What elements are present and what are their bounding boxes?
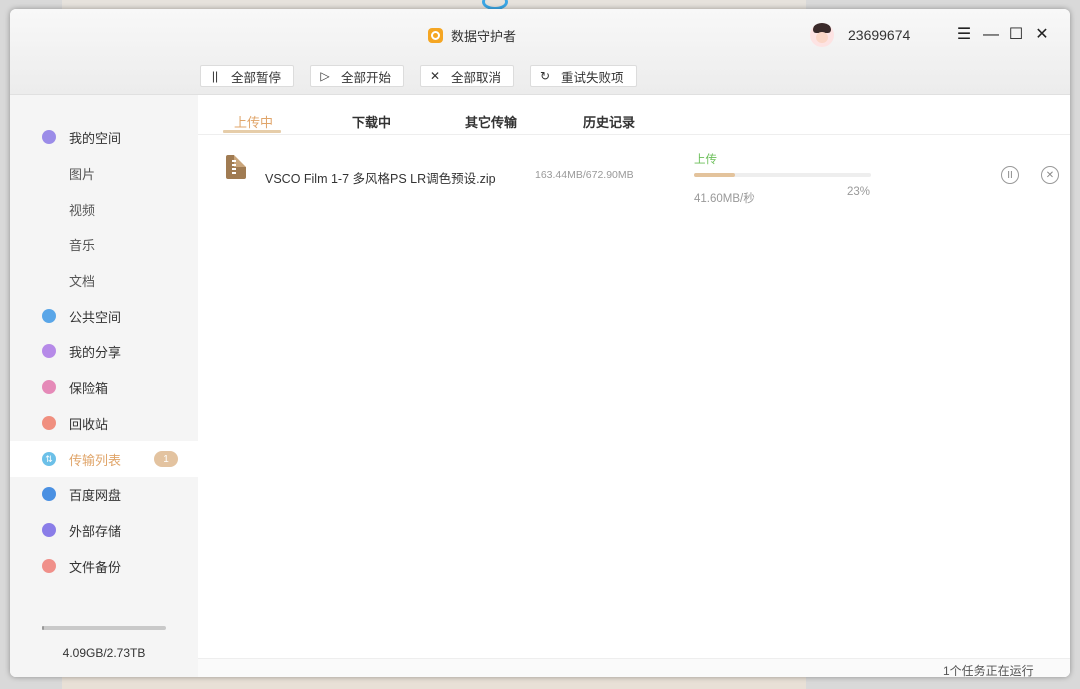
sidebar-item-recycle-bin[interactable]: 回收站 [10, 405, 198, 441]
retry-failed-label: 重试失败项 [561, 70, 624, 85]
sidebar-item-label: 百度网盘 [69, 487, 122, 503]
footer-status-text: 1个任务正在运行 [943, 664, 1034, 677]
transfer-percent: 23% [847, 186, 871, 198]
storage-usage-text: 4.09GB/2.73TB [62, 646, 146, 660]
close-window-icon[interactable]: ✕ [1033, 26, 1051, 44]
baidu-pan-icon [42, 487, 56, 501]
sidebar-item-label: 外部存储 [69, 523, 122, 539]
storage-usage-bar [42, 626, 166, 630]
retry-failed-button[interactable]: ↻ 重试失败项 [530, 65, 637, 87]
sidebar-item-label: 我的空间 [69, 130, 122, 146]
tab-uploading[interactable]: 上传中 [234, 112, 273, 131]
external-storage-icon [42, 523, 56, 537]
app-window: 数据守护者 23699674 ☰ — ☐ ✕ || 全部暂停 ▷ 全部开始 ✕ … [10, 9, 1070, 677]
sidebar-item-transfer-list[interactable]: ⇅ 传输列表 1 [10, 441, 198, 477]
sidebar-item-videos[interactable]: 视频 [10, 191, 198, 227]
my-space-icon [42, 130, 56, 144]
sidebar-item-label: 传输列表 [69, 452, 122, 468]
sidebar-item-safe[interactable]: 保险箱 [10, 369, 198, 405]
sidebar-item-my-space[interactable]: 我的空间 [10, 119, 198, 155]
file-name: VSCO Film 1-7 多风格PS LR调色预设.zip [265, 172, 496, 186]
play-icon: ▷ [320, 69, 330, 83]
backup-icon [42, 559, 56, 573]
pause-icon: || [211, 69, 219, 83]
title-bar: 数据守护者 23699674 ☰ — ☐ ✕ || 全部暂停 ▷ 全部开始 ✕ … [10, 9, 1070, 95]
sidebar-item-documents[interactable]: 文档 [10, 262, 198, 298]
sidebar-item-label: 文件备份 [69, 559, 122, 575]
storage-usage-fill [42, 626, 45, 630]
cancel-all-label: 全部取消 [451, 70, 502, 85]
user-id: 23699674 [848, 27, 911, 43]
background-bottom-strip [62, 676, 806, 689]
progress-bar [694, 173, 871, 177]
sidebar: 我的空间 图片 视频 音乐 文档 公共空间 我的分享 保险箱 回收站 ⇅ 传输列… [10, 95, 198, 677]
start-all-button[interactable]: ▷ 全部开始 [310, 65, 405, 87]
app-title: 数据守护者 [428, 26, 516, 45]
sidebar-item-label: 回收站 [69, 416, 109, 432]
transfer-count-badge: 1 [154, 451, 178, 467]
minimize-icon[interactable]: — [982, 26, 1000, 44]
toolbar: || 全部暂停 ▷ 全部开始 ✕ 全部取消 ↻ 重试失败项 [200, 65, 637, 87]
tab-history[interactable]: 历史记录 [583, 112, 635, 131]
app-logo-icon [428, 28, 443, 43]
public-space-icon [42, 309, 56, 323]
sidebar-item-images[interactable]: 图片 [10, 155, 198, 191]
progress-fill [694, 173, 735, 177]
app-title-text: 数据守护者 [451, 29, 517, 44]
sidebar-item-external-storage[interactable]: 外部存储 [10, 512, 198, 548]
pause-all-label: 全部暂停 [231, 70, 282, 85]
user-info[interactable]: 23699674 [810, 23, 910, 47]
pause-transfer-icon[interactable]: II [1001, 166, 1019, 184]
tab-other-transfers[interactable]: 其它传输 [465, 112, 517, 131]
status-footer: 1个任务正在运行 [198, 658, 1070, 677]
zip-file-icon [226, 155, 246, 179]
transfer-row[interactable]: VSCO Film 1-7 多风格PS LR调色预设.zip 163.44MB/… [198, 135, 1070, 205]
file-size: 163.44MB/672.90MB [535, 169, 634, 181]
sidebar-item-my-share[interactable]: 我的分享 [10, 333, 198, 369]
cancel-all-button[interactable]: ✕ 全部取消 [420, 65, 515, 87]
close-icon: ✕ [430, 69, 441, 83]
sidebar-item-music[interactable]: 音乐 [10, 226, 198, 262]
sidebar-item-label: 我的分享 [69, 344, 122, 360]
share-icon [42, 344, 56, 358]
sidebar-item-file-backup[interactable]: 文件备份 [10, 548, 198, 584]
retry-icon: ↻ [540, 69, 551, 83]
transfer-panel: 上传中 下载中 其它传输 历史记录 VSCO Film 1-7 多风格PS LR… [198, 95, 1070, 677]
transfer-speed: 41.60MB/秒 [694, 193, 755, 205]
safe-icon [42, 380, 56, 394]
menu-icon[interactable]: ☰ [955, 26, 973, 44]
sidebar-item-public-space[interactable]: 公共空间 [10, 298, 198, 334]
transfer-icon: ⇅ [42, 452, 56, 466]
maximize-icon[interactable]: ☐ [1007, 26, 1025, 44]
tab-downloading[interactable]: 下载中 [352, 112, 391, 131]
sidebar-item-baidu-pan[interactable]: 百度网盘 [10, 476, 198, 512]
recycle-bin-icon [42, 416, 56, 430]
avatar[interactable] [810, 23, 834, 47]
active-tab-underline [223, 130, 281, 133]
pause-all-button[interactable]: || 全部暂停 [200, 65, 295, 87]
transfer-tabs: 上传中 下载中 其它传输 历史记录 [198, 95, 1070, 135]
sidebar-item-label: 公共空间 [69, 309, 122, 325]
cancel-transfer-icon[interactable]: ✕ [1041, 166, 1059, 184]
sidebar-item-label: 保险箱 [69, 380, 109, 396]
start-all-label: 全部开始 [341, 70, 392, 85]
transfer-status: 上传 [694, 154, 717, 166]
